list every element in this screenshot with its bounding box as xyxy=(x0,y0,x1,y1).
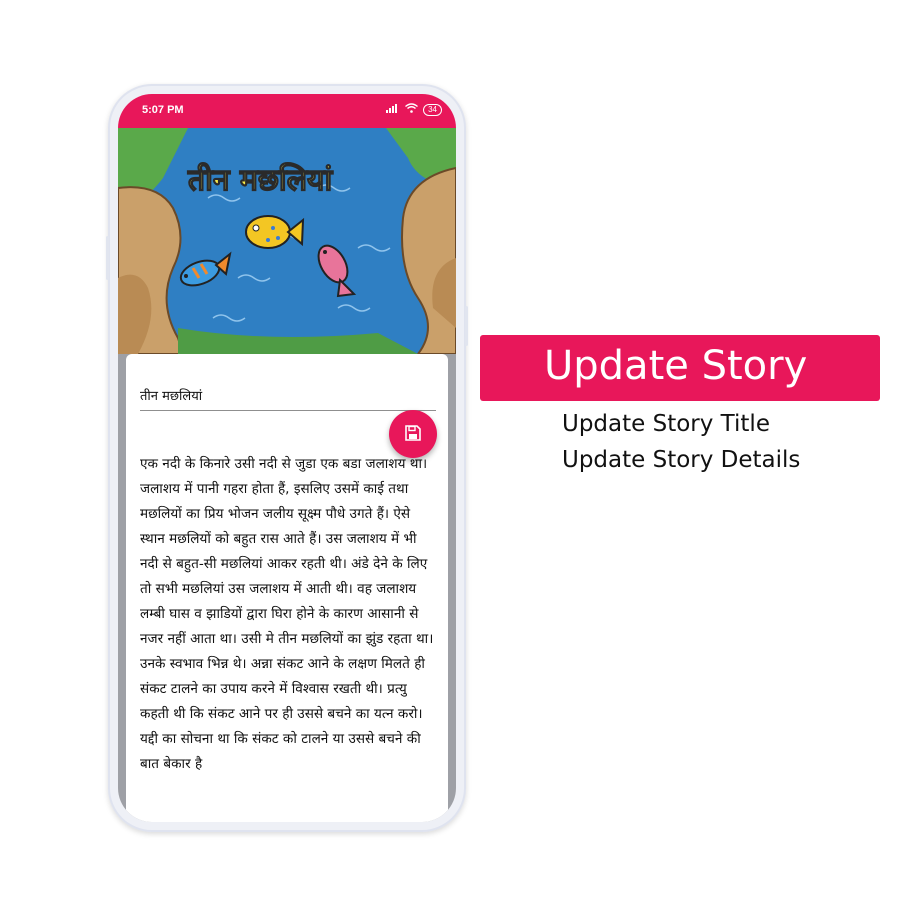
battery-icon: 34 xyxy=(423,103,442,116)
banner-title: तीन मछलियां xyxy=(187,162,333,198)
story-title-input[interactable] xyxy=(140,380,436,411)
status-bar: 5:07 PM 34 xyxy=(118,94,456,128)
story-banner-image: तीन मछलियां xyxy=(118,128,456,354)
save-button[interactable] xyxy=(389,410,437,458)
headline-text: Update Story xyxy=(544,343,808,389)
signal-icon xyxy=(386,103,400,116)
save-icon xyxy=(405,424,421,444)
feature-item-details: Update Story Details xyxy=(562,447,801,473)
wifi-icon xyxy=(405,103,419,116)
status-icons: 34 xyxy=(386,103,442,116)
phone-power-button xyxy=(465,306,468,346)
story-details-input[interactable]: एक नदी के किनारे उसी नदी से जुडा एक बडा … xyxy=(140,452,438,822)
status-time: 5:07 PM xyxy=(142,104,184,116)
phone-volume-button xyxy=(106,236,109,280)
phone-screen: 5:07 PM 34 तीन मछलियां तीन मछलियां एक नद… xyxy=(118,94,456,822)
phone-mockup: 5:07 PM 34 तीन मछलियां तीन मछलियां एक नद… xyxy=(106,84,468,832)
headline-banner: Update Story xyxy=(480,335,880,401)
river-illustration: तीन मछलियां xyxy=(118,128,456,354)
feature-item-title: Update Story Title xyxy=(562,411,770,437)
